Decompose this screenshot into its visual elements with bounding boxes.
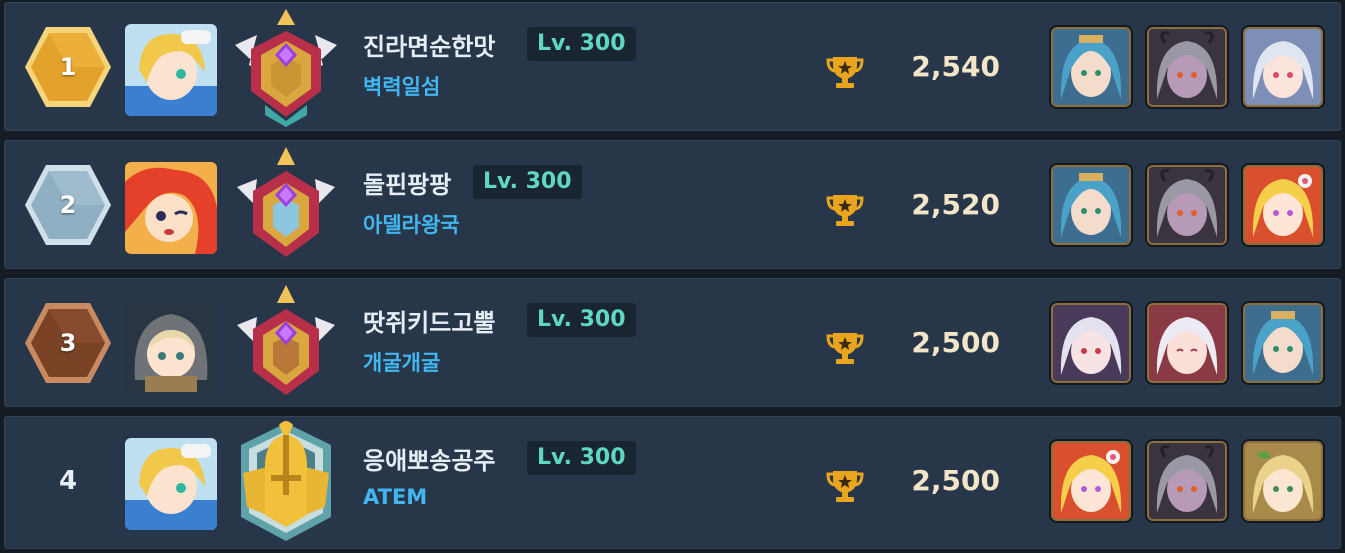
trophy-icon <box>825 51 865 91</box>
player-avatar[interactable] <box>125 300 217 392</box>
hero-slot-3[interactable] <box>1243 165 1323 245</box>
player-name[interactable]: 돌핀팡팡 <box>363 165 451 200</box>
score-value: 2,520 <box>911 188 1000 221</box>
guild-name[interactable]: 개굴개굴 <box>363 347 440 377</box>
player-avatar[interactable] <box>125 438 217 530</box>
guild-name[interactable]: 아델라왕국 <box>363 209 460 239</box>
player-name[interactable]: 땃쥐키드고뿔 <box>363 303 495 338</box>
hero-slot-1[interactable] <box>1051 303 1131 383</box>
trophy-icon <box>825 327 865 367</box>
ranking-row-4[interactable]: 4 응애뽀송공주 Lv. 300 ATEM 2,500 <box>4 416 1341 549</box>
hero-slot-1[interactable] <box>1051 27 1131 107</box>
level-badge: Lv. 300 <box>527 441 636 475</box>
trophy-icon <box>825 465 865 505</box>
rank-number: 3 <box>59 329 77 357</box>
level-badge: Lv. 300 <box>473 165 582 199</box>
ranking-row-1[interactable]: 1 진라면순한맛 Lv. 300 벽력일섬 2,540 <box>4 2 1341 131</box>
blonde-flower-hero-portrait <box>1245 167 1321 243</box>
rank-number: 4 <box>58 466 78 496</box>
diamond-rank-emblem-icon <box>227 5 345 130</box>
ranking-row-2[interactable]: 2 돌핀팡팡 Lv. 300 아델라왕국 2,520 <box>4 140 1341 269</box>
guild-name[interactable]: 벽력일섬 <box>363 71 440 101</box>
hero-slot-1[interactable] <box>1051 165 1131 245</box>
hero-slot-2[interactable] <box>1147 441 1227 521</box>
blonde-leaf-hero-portrait <box>1245 443 1321 519</box>
player-name[interactable]: 응애뽀송공주 <box>363 441 495 476</box>
gray-horned-hero-portrait <box>1149 443 1225 519</box>
hero-slot-2[interactable] <box>1147 27 1227 107</box>
diamond-rank-emblem-icon <box>227 143 345 268</box>
gold-helmet-emblem-icon <box>227 419 345 544</box>
diamond-rank-emblem-icon <box>227 281 345 406</box>
hero-slot-2[interactable] <box>1147 303 1227 383</box>
white-hair-hero-portrait <box>1053 305 1129 381</box>
score-value: 2,500 <box>911 464 1000 497</box>
player-avatar[interactable] <box>125 24 217 116</box>
silver-smile-hero-portrait <box>1149 305 1225 381</box>
hero-slot-3[interactable] <box>1243 441 1323 521</box>
blonde-flower-hero-portrait <box>1053 443 1129 519</box>
score-value: 2,540 <box>911 50 1000 83</box>
gray-horned-hero-portrait <box>1149 29 1225 105</box>
level-badge: Lv. 300 <box>527 303 636 337</box>
blue-hair-hero-portrait <box>1245 305 1321 381</box>
blue-hair-hero-portrait <box>1053 167 1129 243</box>
rank-number: 2 <box>59 191 77 219</box>
rank-number: 1 <box>59 53 77 81</box>
trophy-icon <box>825 189 865 229</box>
player-avatar[interactable] <box>125 162 217 254</box>
hero-slot-3[interactable] <box>1243 27 1323 107</box>
hero-slot-2[interactable] <box>1147 165 1227 245</box>
score-value: 2,500 <box>911 326 1000 359</box>
hero-slot-3[interactable] <box>1243 303 1323 383</box>
blue-hair-hero-portrait <box>1053 29 1129 105</box>
silver-hair-hero-portrait <box>1245 29 1321 105</box>
player-name[interactable]: 진라면순한맛 <box>363 27 495 62</box>
level-badge: Lv. 300 <box>527 27 636 61</box>
hero-slot-1[interactable] <box>1051 441 1131 521</box>
ranking-row-3[interactable]: 3 땃쥐키드고뿔 Lv. 300 개굴개굴 2,500 <box>4 278 1341 407</box>
gray-horned-hero-portrait <box>1149 167 1225 243</box>
guild-name[interactable]: ATEM <box>363 485 427 509</box>
